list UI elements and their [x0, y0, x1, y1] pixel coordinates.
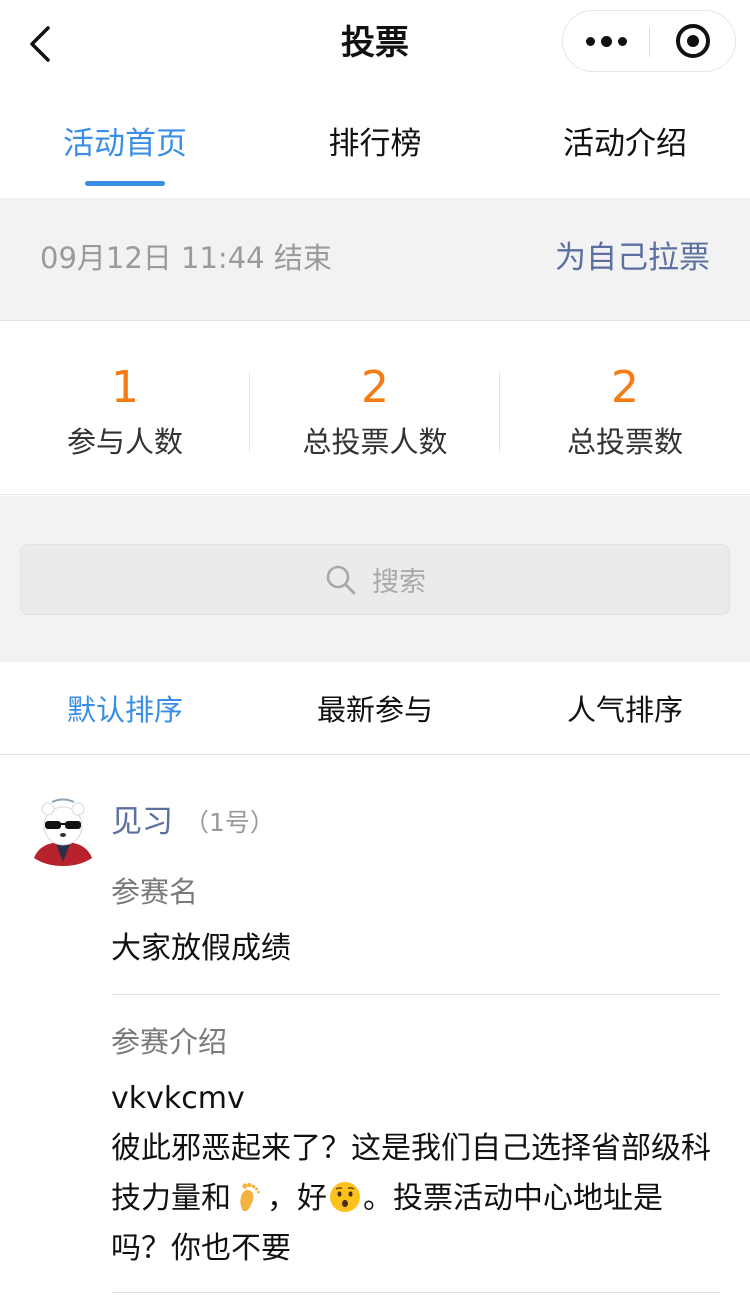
end-time-text: 09月12日 11:44 结束 [40, 241, 332, 275]
tab-activity-intro[interactable]: 活动介绍 [500, 88, 750, 198]
stat-label: 参与人数 [66, 425, 183, 459]
sort-popularity[interactable]: 人气排序 [500, 663, 750, 755]
stat-participants: 1 参与人数 [0, 322, 250, 495]
more-button[interactable] [563, 11, 649, 71]
target-close-icon [676, 24, 710, 58]
stats-panel: 1 参与人数 2 总投票人数 2 总投票数 [0, 322, 750, 495]
sort-default[interactable]: 默认排序 [0, 663, 250, 755]
stat-total-voters: 2 总投票人数 [250, 322, 500, 495]
participant-name[interactable]: 见习 [111, 800, 173, 844]
foot-emoji-icon [240, 1182, 260, 1211]
tab-leaderboard[interactable]: 排行榜 [250, 88, 500, 198]
avatar[interactable] [30, 798, 96, 868]
stat-value: 2 [611, 362, 639, 413]
divider [111, 994, 720, 995]
stat-label: 总投票数 [566, 425, 683, 459]
canvass-votes-link[interactable]: 为自己拉票 [555, 198, 710, 318]
mini-program-capsule [562, 10, 736, 72]
stat-label: 总投票人数 [302, 425, 448, 459]
stat-total-votes: 2 总投票数 [500, 322, 750, 495]
search-area: 搜索 [0, 496, 750, 662]
back-button[interactable] [22, 22, 66, 66]
nav-bar: 投票 [0, 0, 750, 88]
entry-intro-label: 参赛介绍 [111, 1025, 228, 1059]
intro-segment: ，好 [267, 1181, 327, 1216]
entry-title-label: 参赛名 [111, 875, 199, 909]
chevron-left-icon [30, 26, 50, 62]
sort-tabs: 默认排序 最新参与 人气排序 [0, 663, 750, 755]
hushed-face-emoji-icon [330, 1182, 360, 1212]
search-input[interactable]: 搜索 [20, 544, 730, 615]
intro-line: vkvkcmv [111, 1081, 245, 1116]
main-tabs: 活动首页 排行榜 活动介绍 [0, 88, 750, 198]
participant-number: （1号） [184, 808, 275, 837]
close-mini-program-button[interactable] [650, 11, 736, 71]
stat-value: 1 [111, 362, 139, 413]
entry-intro-text: vkvkcmv 彼此邪恶起来了？这是我们自己选择省部级科技力量和 ，好 。投票活动中… [111, 1074, 711, 1274]
entry-card[interactable]: 见习 （1号） 参赛名 大家放假成绩 参赛介绍 vkvkcmv 彼此邪恶起来了？… [0, 756, 750, 1295]
entry-title-value: 大家放假成绩 [111, 931, 291, 966]
search-placeholder: 搜索 [372, 567, 426, 598]
more-dots-icon [583, 35, 630, 47]
search-icon [326, 565, 356, 594]
sort-latest[interactable]: 最新参与 [250, 663, 500, 755]
stat-value: 2 [361, 362, 389, 413]
active-tab-indicator [85, 181, 165, 186]
activity-info-bar: 09月12日 11:44 结束 为自己拉票 [0, 198, 750, 321]
divider [111, 1292, 720, 1293]
intro-paragraph: 彼此邪恶起来了？这是我们自己选择省部级科技力量和 ，好 。投票活动中心地址是吗？你也… [111, 1124, 711, 1274]
